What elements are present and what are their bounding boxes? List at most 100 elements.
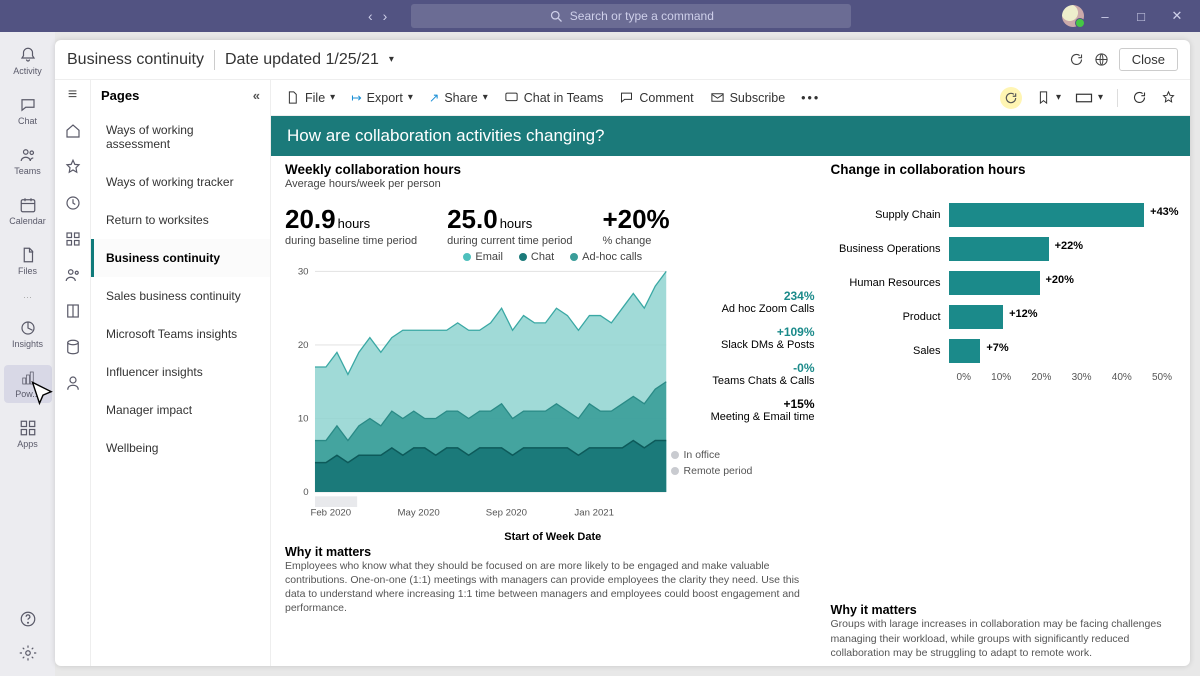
pages-sidebar: Pages « Ways of working assessmentWays o…	[91, 80, 271, 666]
why-text-left: Employees who know what they should be f…	[285, 559, 821, 616]
why-header-left: Why it matters	[285, 545, 821, 559]
nav-back-icon[interactable]: ‹	[368, 8, 373, 24]
metric-baseline: 20.9hoursduring baseline time period	[285, 204, 417, 247]
annotation: +109%Slack DMs & Posts	[671, 325, 815, 351]
search-input[interactable]: Search or type a command	[411, 4, 851, 28]
rail-files[interactable]: Files	[4, 242, 52, 280]
page-item[interactable]: Microsoft Teams insights	[91, 315, 270, 353]
more-menu[interactable]: •••	[801, 91, 820, 105]
area-annotations: 234%Ad hoc Zoom Calls +109%Slack DMs & Po…	[671, 289, 821, 533]
svg-text:Sep 2020: Sep 2020	[486, 508, 527, 519]
panel-rail: ≡	[55, 80, 91, 666]
rail-powerbi[interactable]: Pow...	[4, 365, 52, 403]
help-icon[interactable]	[19, 610, 37, 628]
page-item[interactable]: Influencer insights	[91, 353, 270, 391]
page-item[interactable]: Return to worksites	[91, 201, 270, 239]
view-menu[interactable]: ▾	[1075, 92, 1103, 104]
metric-current: 25.0hoursduring current time period	[447, 204, 572, 247]
left-column: Weekly collaboration hours Average hours…	[285, 162, 821, 660]
refresh-icon[interactable]	[1069, 52, 1084, 67]
rail-teams-label: Teams	[14, 166, 41, 176]
why-text-right: Groups with larage increases in collabor…	[831, 617, 1176, 660]
window-close-icon[interactable]: ✕	[1162, 8, 1192, 24]
page-title: Business continuity	[67, 51, 204, 69]
page-item[interactable]: Ways of working tracker	[91, 163, 270, 201]
bar-x-axis: 0%10%20%30%40%50%	[957, 372, 1176, 383]
svg-text:Jan 2021: Jan 2021	[574, 508, 614, 519]
database-icon[interactable]	[64, 338, 82, 356]
page-item[interactable]: Sales business continuity	[91, 277, 270, 315]
page-item[interactable]: Ways of working assessment	[91, 111, 270, 163]
date-updated[interactable]: Date updated 1/25/21	[225, 51, 379, 69]
titlebar: ‹ › Search or type a command – □ ✕	[0, 0, 1200, 32]
rail-powerbi-label: Pow...	[15, 389, 40, 399]
page-item[interactable]: Business continuity	[91, 239, 270, 277]
svg-text:0: 0	[303, 487, 308, 498]
rail-insights-label: Insights	[12, 339, 43, 349]
nav-fwd-icon[interactable]: ›	[383, 8, 388, 24]
clock-icon[interactable]	[64, 194, 82, 212]
teams-rail: Activity Chat Teams Calendar Files ⋯ Ins…	[0, 32, 55, 676]
file-menu[interactable]: File▾	[285, 90, 335, 105]
collapse-icon[interactable]: «	[253, 88, 260, 103]
bar-row: Sales+7%	[831, 334, 1176, 368]
bar-row: Business Operations+22%	[831, 232, 1176, 266]
search-placeholder: Search or type a command	[570, 9, 714, 23]
people-icon[interactable]	[64, 266, 82, 284]
bar-row: Human Resources+20%	[831, 266, 1176, 300]
hamburger-icon[interactable]: ≡	[68, 86, 77, 104]
close-button[interactable]: Close	[1119, 48, 1178, 71]
left-subtitle: Average hours/week per person	[285, 178, 821, 190]
favorite-star-icon[interactable]	[1161, 90, 1176, 105]
apps-icon[interactable]	[64, 230, 82, 248]
svg-text:May 2020: May 2020	[397, 508, 439, 519]
rail-chat-label: Chat	[18, 116, 37, 126]
window-maximize-icon[interactable]: □	[1126, 9, 1156, 24]
app-window: Business continuity Date updated 1/25/21…	[55, 40, 1190, 666]
rail-insights[interactable]: Insights	[4, 315, 52, 353]
period-legend: In officeRemote period	[671, 449, 815, 477]
person-icon[interactable]	[64, 374, 82, 392]
report-area: File▾ ↦Export▾ ↗Share▾ Chat in Teams Com…	[271, 80, 1190, 666]
metric-change: +20%% change	[602, 204, 669, 247]
reset-icon[interactable]	[1000, 87, 1022, 109]
annotation: 234%Ad hoc Zoom Calls	[671, 289, 815, 315]
rail-teams[interactable]: Teams	[4, 142, 52, 180]
annotation: +15%Meeting & Email time	[671, 397, 815, 423]
svg-text:20: 20	[298, 340, 309, 351]
svg-text:Feb 2020: Feb 2020	[310, 508, 351, 519]
star-icon[interactable]	[64, 158, 82, 176]
refresh2-icon[interactable]	[1132, 90, 1147, 105]
chat-in-teams[interactable]: Chat in Teams	[504, 90, 604, 105]
rail-apps[interactable]: Apps	[4, 415, 52, 453]
bar-chart[interactable]: Supply Chain+43%Business Operations+22%H…	[831, 198, 1176, 368]
book-icon[interactable]	[64, 302, 82, 320]
subscribe-button[interactable]: Subscribe	[710, 90, 786, 105]
gear-icon[interactable]	[19, 644, 37, 662]
bookmark-menu[interactable]: ▾	[1036, 90, 1061, 105]
home-icon[interactable]	[64, 122, 82, 140]
right-title: Change in collaboration hours	[831, 162, 1176, 177]
rail-apps-label: Apps	[17, 439, 38, 449]
page-item[interactable]: Wellbeing	[91, 429, 270, 467]
chevron-down-icon[interactable]: ▾	[389, 54, 394, 65]
area-chart[interactable]: 0 10 20 30 Feb 2020 May 2020 Sep 2020 Jan 2021	[285, 265, 671, 533]
rail-activity-label: Activity	[13, 66, 42, 76]
rail-calendar[interactable]: Calendar	[4, 192, 52, 230]
command-bar: File▾ ↦Export▾ ↗Share▾ Chat in Teams Com…	[271, 80, 1190, 116]
svg-text:10: 10	[298, 414, 309, 425]
area-legend: Email Chat Ad-hoc calls	[285, 251, 821, 263]
annotation: -0%Teams Chats & Calls	[671, 361, 815, 387]
pages-header: Pages	[101, 88, 139, 103]
export-menu[interactable]: ↦Export▾	[351, 90, 413, 105]
avatar[interactable]	[1062, 5, 1084, 27]
share-menu[interactable]: ↗Share▾	[429, 90, 488, 105]
globe-icon[interactable]	[1094, 52, 1109, 67]
rail-chat[interactable]: Chat	[4, 92, 52, 130]
rail-activity[interactable]: Activity	[4, 42, 52, 80]
comment-button[interactable]: Comment	[619, 90, 693, 105]
window-minimize-icon[interactable]: –	[1090, 9, 1120, 24]
svg-text:30: 30	[298, 267, 309, 278]
page-item[interactable]: Manager impact	[91, 391, 270, 429]
right-column: Change in collaboration hours Supply Cha…	[831, 162, 1176, 660]
